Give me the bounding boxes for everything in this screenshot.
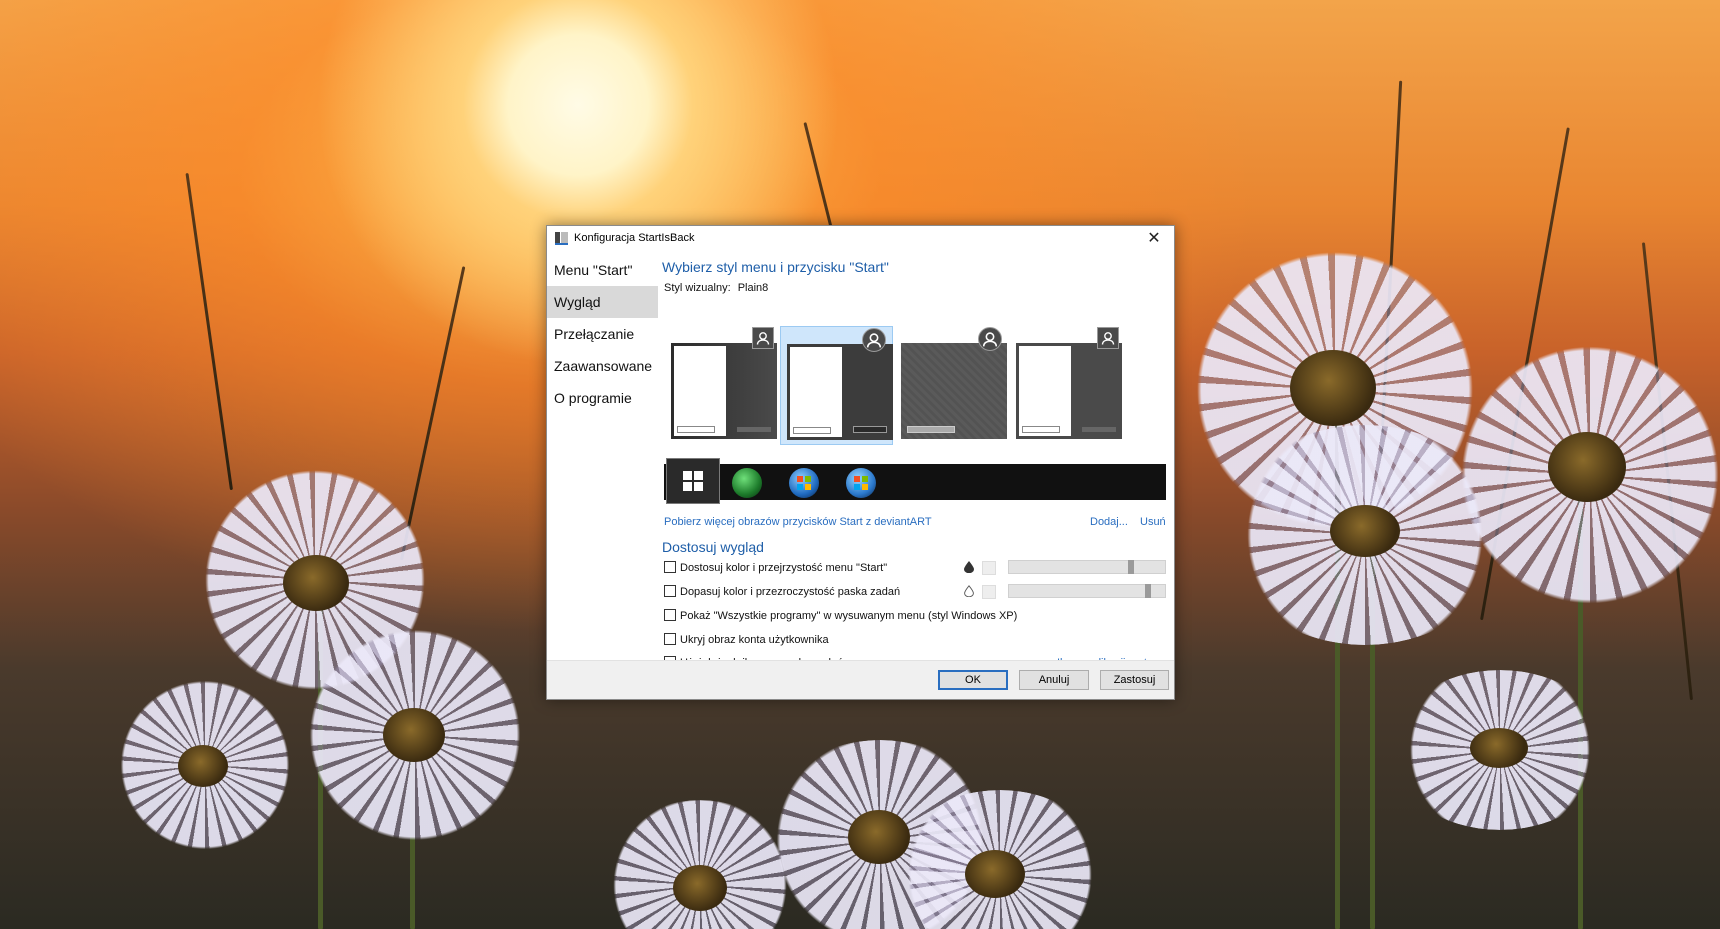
- user-avatar-icon: [1097, 327, 1119, 349]
- daisy-center: [1290, 350, 1376, 426]
- menu-transparency-slider[interactable]: [1008, 560, 1166, 574]
- option-label: Dopasuj kolor i przezroczystość paska za…: [680, 586, 901, 598]
- checkbox-all-programs-xp[interactable]: [664, 609, 676, 621]
- nav-item-menu-start[interactable]: Menu "Start": [547, 254, 658, 286]
- windows7-start-orb-icon[interactable]: [789, 468, 819, 498]
- color-drop-filled-icon[interactable]: [964, 561, 974, 573]
- slider-thumb[interactable]: [1128, 560, 1134, 574]
- user-avatar-icon: [752, 327, 774, 349]
- daisy-center: [673, 865, 727, 911]
- option-label: Ukryj obraz konta użytkownika: [680, 634, 829, 646]
- customize-heading: Dostosuj wygląd: [662, 539, 764, 555]
- visual-style-label: Styl wizualny:: [664, 282, 731, 294]
- deviantart-link[interactable]: Pobierz więcej obrazów przycisków Start …: [664, 516, 932, 528]
- window-title: Konfiguracja StartIsBack: [574, 232, 695, 244]
- cancel-button[interactable]: Anuluj: [1019, 670, 1089, 690]
- checkbox-hide-user-picture[interactable]: [664, 633, 676, 645]
- sidebar-nav: Menu "Start" Wygląd Przełączanie Zaawans…: [547, 254, 658, 414]
- visual-style-row: Styl wizualny: Plain8: [664, 282, 768, 294]
- option-all-programs-xp: Pokaż "Wszystkie programy" w wysuwanym m…: [664, 609, 1017, 623]
- windows-flag-icon: [797, 476, 811, 490]
- nav-item-o-programie[interactable]: O programie: [547, 382, 658, 414]
- option-label: Dostosuj kolor i przejrzystość menu "Sta…: [680, 562, 888, 574]
- windows-logo-icon: [683, 471, 703, 491]
- app-icon: [555, 232, 568, 245]
- style-heading: Wybierz styl menu i przycisku "Start": [662, 259, 889, 275]
- close-icon: ✕: [1147, 230, 1161, 247]
- nav-item-przelaczanie[interactable]: Przełączanie: [547, 318, 658, 350]
- clover-start-orb[interactable]: [732, 468, 762, 498]
- slider-thumb[interactable]: [1145, 584, 1151, 598]
- daisy-center: [1548, 432, 1626, 502]
- color-drop-outline-icon[interactable]: [964, 585, 974, 597]
- daisy-center: [1470, 728, 1528, 768]
- visual-style-value: Plain8: [737, 282, 769, 294]
- option-taskbar-color: Dopasuj kolor i przezroczystość paska za…: [664, 585, 900, 599]
- menu-preview: [787, 344, 893, 440]
- user-avatar-icon: [862, 328, 886, 352]
- title-bar[interactable]: Konfiguracja StartIsBack ✕: [547, 226, 1174, 252]
- grass-blade: [185, 172, 233, 491]
- menu-preview: [901, 343, 1007, 439]
- menu-style-thumbnail-4[interactable]: [1010, 326, 1123, 445]
- daisy-center: [283, 555, 349, 611]
- windows-flag-icon: [854, 476, 868, 490]
- menu-preview: [1016, 343, 1122, 439]
- checkbox-menu-color[interactable]: [664, 561, 676, 573]
- add-link[interactable]: Dodaj...: [1090, 516, 1128, 528]
- nav-item-zaawansowane[interactable]: Zaawansowane: [547, 350, 658, 382]
- daisy-center: [178, 745, 228, 787]
- windows7-glass-start-orb[interactable]: [846, 468, 876, 498]
- daisy-center: [965, 850, 1025, 898]
- close-button[interactable]: ✕: [1134, 226, 1174, 252]
- daisy-center: [383, 708, 445, 762]
- menu-preview: [671, 343, 777, 439]
- menu-style-thumbnail-1[interactable]: [665, 326, 778, 445]
- user-avatar-icon: [978, 327, 1002, 351]
- ok-button[interactable]: OK: [938, 670, 1008, 690]
- option-menu-color: Dostosuj kolor i przejrzystość menu "Sta…: [664, 561, 887, 575]
- menu-style-thumbnail-2[interactable]: [780, 326, 893, 445]
- option-hide-user-picture: Ukryj obraz konta użytkownika: [664, 633, 829, 647]
- nav-item-wyglad[interactable]: Wygląd: [547, 286, 658, 318]
- taskbar-color-swatch[interactable]: [982, 585, 996, 599]
- menu-style-thumbnail-3[interactable]: [895, 326, 1008, 445]
- remove-link[interactable]: Usuń: [1140, 516, 1166, 528]
- apply-button[interactable]: Zastosuj: [1100, 670, 1169, 690]
- startisback-config-dialog: Konfiguracja StartIsBack ✕ Menu "Start" …: [546, 225, 1175, 700]
- taskbar-transparency-slider[interactable]: [1008, 584, 1166, 598]
- checkbox-taskbar-color[interactable]: [664, 585, 676, 597]
- dialog-footer: OK Anuluj Zastosuj: [547, 660, 1174, 699]
- option-label: Pokaż "Wszystkie programy" w wysuwanym m…: [680, 610, 1018, 622]
- menu-color-swatch[interactable]: [982, 561, 996, 575]
- start-button-picker: [664, 458, 1166, 504]
- windows8-start-orb[interactable]: [666, 458, 720, 504]
- daisy-center: [1330, 505, 1400, 557]
